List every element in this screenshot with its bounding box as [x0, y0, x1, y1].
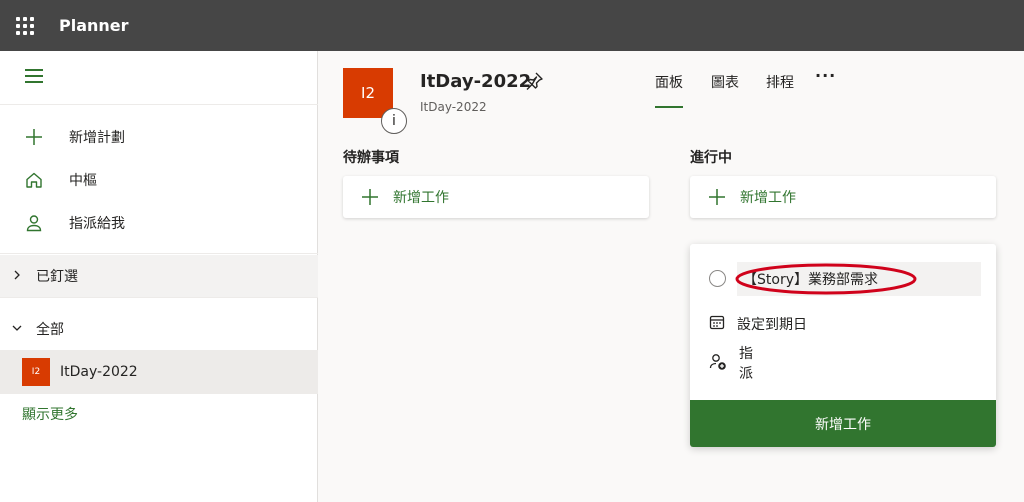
- plan-name: ItDay-2022: [60, 364, 138, 380]
- plan-subtitle: ItDay-2022: [420, 100, 487, 114]
- chevron-right-icon: [12, 269, 26, 283]
- hamburger-icon[interactable]: [25, 69, 43, 87]
- add-task-label: 新增工作: [740, 190, 796, 206]
- add-task-submit-button[interactable]: 新增工作: [690, 400, 996, 447]
- complete-task-radio[interactable]: [709, 270, 726, 287]
- sidebar-item-label: 指派給我: [69, 216, 125, 232]
- add-person-icon: [709, 353, 727, 375]
- add-task-button-in-progress[interactable]: 新增工作: [690, 176, 996, 218]
- tab-schedule[interactable]: 排程: [766, 72, 794, 92]
- info-icon[interactable]: i: [381, 108, 407, 134]
- sidebar-divider: [0, 253, 318, 254]
- assign-button[interactable]: 指派: [709, 344, 757, 384]
- tab-charts[interactable]: 圖表: [711, 72, 739, 92]
- app-launcher-button[interactable]: [0, 0, 50, 51]
- more-options-icon[interactable]: ···: [815, 66, 836, 85]
- app-header: Planner: [0, 0, 1024, 51]
- bucket-title-in-progress[interactable]: 進行中: [690, 147, 732, 167]
- tab-board[interactable]: 面板: [655, 72, 683, 108]
- plus-icon: [361, 188, 379, 206]
- pin-icon[interactable]: [524, 71, 544, 91]
- plan-title: ItDay-2022: [420, 71, 532, 92]
- assign-label: 指派: [739, 346, 753, 382]
- new-task-card: 設定到期日 指派 新增工作: [690, 244, 996, 447]
- plan-badge: I2: [22, 358, 50, 386]
- sidebar-item-assigned-to-me[interactable]: 指派給我: [0, 203, 318, 243]
- chevron-down-icon: [12, 322, 26, 336]
- sidebar-divider: [0, 104, 318, 105]
- add-task-label: 新增工作: [393, 190, 449, 206]
- sidebar-section-label: 全部: [36, 322, 64, 338]
- bucket-title-todo[interactable]: 待辦事項: [343, 147, 399, 167]
- sidebar-section-all[interactable]: 全部: [0, 308, 318, 350]
- add-task-button-todo[interactable]: 新增工作: [343, 176, 649, 218]
- plus-icon: [708, 188, 726, 206]
- sidebar-item-hub[interactable]: 中樞: [0, 160, 318, 200]
- sidebar-section-label: 已釘選: [36, 269, 78, 285]
- sidebar-item-label: 新增計劃: [69, 130, 125, 146]
- plus-icon: [25, 127, 51, 147]
- waffle-icon: [16, 16, 34, 35]
- app-name[interactable]: Planner: [59, 16, 129, 35]
- sidebar-item-label: 中樞: [69, 173, 97, 189]
- sidebar: 新增計劃 中樞 指派給我 已釘選 全部 I2 ItDay-2022 顯示更多: [0, 51, 318, 502]
- task-title-input[interactable]: [737, 262, 981, 296]
- home-icon: [25, 170, 51, 190]
- calendar-icon: [709, 314, 725, 334]
- sidebar-plan-itday-2022[interactable]: I2 ItDay-2022: [0, 350, 318, 394]
- sidebar-divider: [0, 297, 318, 298]
- person-icon: [25, 213, 51, 233]
- due-date-label: 設定到期日: [737, 317, 807, 333]
- set-due-date-button[interactable]: 設定到期日: [709, 314, 807, 334]
- sidebar-section-pinned[interactable]: 已釘選: [0, 255, 318, 297]
- show-more-link[interactable]: 顯示更多: [22, 404, 78, 424]
- sidebar-item-new-plan[interactable]: 新增計劃: [0, 117, 318, 157]
